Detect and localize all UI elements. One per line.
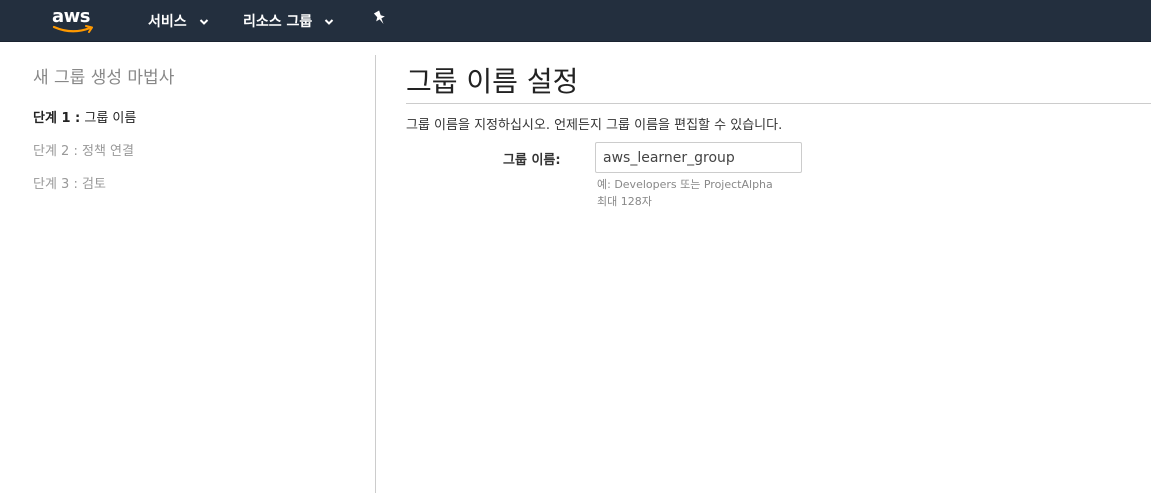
wizard-sidebar: 새 그룹 생성 마법사 단계 1 : 그룹 이름 단계 2 : 정책 연결 단계… bbox=[0, 41, 375, 493]
pin-icon bbox=[373, 10, 385, 25]
page-description: 그룹 이름을 지정하십시오. 언제든지 그룹 이름을 편집할 수 있습니다. bbox=[406, 118, 783, 133]
page-title: 그룹 이름 설정 bbox=[406, 65, 579, 98]
pin-button[interactable] bbox=[373, 10, 387, 30]
step-label: 그룹 이름 bbox=[84, 111, 137, 126]
wizard-step-3[interactable]: 단계 3 : 검토 bbox=[33, 173, 106, 192]
nav-resource-groups-menu[interactable]: 리소스 그룹 bbox=[243, 11, 334, 31]
chevron-down-icon bbox=[324, 19, 334, 25]
aws-logo[interactable]: aws bbox=[50, 5, 98, 35]
chevron-down-icon bbox=[199, 19, 208, 25]
group-name-input[interactable] bbox=[595, 142, 802, 173]
group-name-example-hint: 예: Developers 또는 ProjectAlpha bbox=[597, 178, 773, 191]
nav-services-menu[interactable]: 서비스 bbox=[148, 11, 209, 31]
step-number: 단계 2 : bbox=[33, 144, 78, 159]
step-number: 단계 1 : bbox=[33, 111, 81, 126]
title-divider bbox=[406, 103, 1151, 104]
step-label: 검토 bbox=[81, 177, 106, 192]
step-number: 단계 3 : bbox=[33, 177, 78, 192]
aws-smile-icon bbox=[52, 25, 93, 33]
group-name-label: 그룹 이름: bbox=[503, 153, 561, 168]
wizard-step-2[interactable]: 단계 2 : 정책 연결 bbox=[33, 140, 134, 159]
step-label: 정책 연결 bbox=[81, 144, 134, 159]
nav-resource-groups-label: 리소스 그룹 bbox=[243, 14, 313, 30]
wizard-title: 새 그룹 생성 마법사 bbox=[33, 68, 175, 88]
sidebar-divider bbox=[375, 55, 376, 493]
logo-text: aws bbox=[52, 6, 91, 27]
nav-services-label: 서비스 bbox=[148, 14, 187, 30]
group-name-max-length-hint: 최대 128자 bbox=[597, 195, 652, 208]
wizard-step-1[interactable]: 단계 1 : 그룹 이름 bbox=[33, 107, 136, 126]
top-navigation-bar: aws 서비스 리소스 그룹 bbox=[0, 0, 1151, 42]
